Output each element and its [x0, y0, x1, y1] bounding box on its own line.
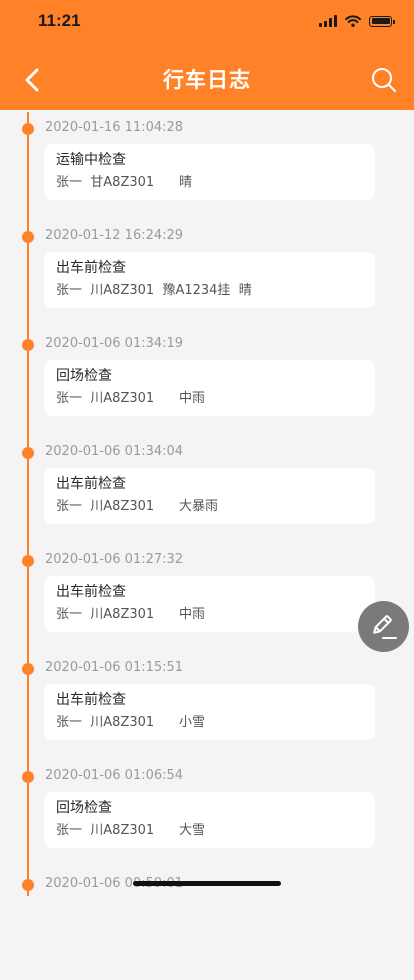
wifi-icon [345, 15, 361, 27]
log-details: 张一 甘A8Z301 晴 [56, 174, 375, 192]
log-entry: 2020-01-16 11:04:28 运输中检查 张一 甘A8Z301 晴 [0, 116, 414, 224]
page-title: 行车日志 [163, 68, 251, 92]
plate-number: 川A8Z301 [90, 607, 155, 622]
timeline-dot [22, 339, 34, 351]
log-entry: 2020-01-12 16:24:29 出车前检查 张一 川A8Z301 豫A1… [0, 224, 414, 332]
log-timestamp: 2020-01-06 01:34:19 [45, 336, 184, 351]
log-timestamp: 2020-01-06 01:15:51 [45, 660, 184, 675]
timeline-dot [22, 231, 34, 243]
check-type: 出车前检查 [56, 260, 126, 276]
timeline-dot [22, 123, 34, 135]
driver-name: 张一 [56, 391, 83, 406]
check-type: 出车前检查 [56, 692, 126, 708]
timeline-dot [22, 879, 34, 891]
log-details: 张一 川A8Z301 大暴雨 [56, 498, 375, 516]
log-entry: 2020-01-06 00:59:01 [0, 872, 414, 980]
weather: 大暴雨 [178, 499, 218, 514]
log-details: 张一 川A8Z301 中雨 [56, 390, 375, 408]
check-type: 回场检查 [56, 800, 112, 816]
check-type: 运输中检查 [56, 152, 126, 168]
cellular-signal-icon [319, 15, 337, 27]
log-card[interactable]: 回场检查 张一 川A8Z301 中雨 [44, 360, 375, 416]
log-list: 2020-01-16 11:04:28 运输中检查 张一 甘A8Z301 晴 2… [0, 116, 414, 980]
driver-name: 张一 [56, 175, 83, 190]
log-entry: 2020-01-06 01:34:04 出车前检查 张一 川A8Z301 大暴雨 [0, 440, 414, 548]
timeline-dot [22, 663, 34, 675]
status-icons [319, 13, 395, 29]
plate-number: 川A8Z301 [90, 391, 155, 406]
nav-header: 11:21 行车日志 [0, 0, 414, 110]
log-timestamp: 2020-01-06 01:34:04 [45, 444, 184, 459]
log-card[interactable]: 出车前检查 张一 川A8Z301 小雪 [44, 684, 375, 740]
log-timestamp: 2020-01-06 01:27:32 [45, 552, 184, 567]
log-details: 张一 川A8Z301 小雪 [56, 714, 375, 732]
log-details: 张一 川A8Z301 中雨 [56, 606, 375, 624]
weather: 大雪 [178, 823, 205, 838]
driver-name: 张一 [56, 283, 83, 298]
driver-name: 张一 [56, 607, 83, 622]
timeline-dot [22, 555, 34, 567]
weather: 晴 [238, 283, 252, 298]
log-entry: 2020-01-06 01:27:32 出车前检查 张一 川A8Z301 中雨 [0, 548, 414, 656]
search-icon [372, 68, 396, 92]
check-type: 出车前检查 [56, 476, 126, 492]
plate-number: 甘A8Z301 [90, 175, 155, 190]
driver-name: 张一 [56, 499, 83, 514]
log-card[interactable]: 运输中检查 张一 甘A8Z301 晴 [44, 144, 375, 200]
log-timestamp: 2020-01-06 01:06:54 [45, 768, 184, 783]
log-timestamp: 2020-01-16 11:04:28 [45, 120, 184, 135]
plate-number: 川A8Z301 [90, 823, 155, 838]
timeline-dot [22, 771, 34, 783]
log-card[interactable]: 出车前检查 张一 川A8Z301 中雨 [44, 576, 375, 632]
home-indicator[interactable] [133, 881, 281, 886]
log-details: 张一 川A8Z301 大雪 [56, 822, 375, 840]
log-entry: 2020-01-06 01:15:51 出车前检查 张一 川A8Z301 小雪 [0, 656, 414, 764]
plate-number: 川A8Z301 [90, 715, 155, 730]
log-card[interactable]: 出车前检查 张一 川A8Z301 大暴雨 [44, 468, 375, 524]
check-type: 出车前检查 [56, 584, 126, 600]
log-entry: 2020-01-06 01:06:54 回场检查 张一 川A8Z301 大雪 [0, 764, 414, 872]
battery-icon [369, 15, 395, 27]
log-entry: 2020-01-06 01:34:19 回场检查 张一 川A8Z301 中雨 [0, 332, 414, 440]
log-details: 张一 川A8Z301 豫A1234挂 晴 [56, 282, 375, 300]
weather: 中雨 [178, 607, 205, 622]
timeline-dot [22, 447, 34, 459]
edit-pencil-icon [372, 614, 397, 639]
trailer-plate: 豫A1234挂 [162, 283, 231, 298]
driver-name: 张一 [56, 823, 83, 838]
write-log-button[interactable] [358, 601, 409, 652]
log-card[interactable]: 回场检查 张一 川A8Z301 大雪 [44, 792, 375, 848]
plate-number: 川A8Z301 [90, 283, 155, 298]
log-timestamp: 2020-01-12 16:24:29 [45, 228, 184, 243]
log-card[interactable]: 出车前检查 张一 川A8Z301 豫A1234挂 晴 [44, 252, 375, 308]
check-type: 回场检查 [56, 368, 112, 384]
search-button[interactable] [366, 62, 402, 98]
plate-number: 川A8Z301 [90, 499, 155, 514]
weather: 晴 [178, 175, 192, 190]
weather: 小雪 [178, 715, 205, 730]
weather: 中雨 [178, 391, 205, 406]
driver-name: 张一 [56, 715, 83, 730]
status-time: 11:21 [38, 11, 81, 30]
